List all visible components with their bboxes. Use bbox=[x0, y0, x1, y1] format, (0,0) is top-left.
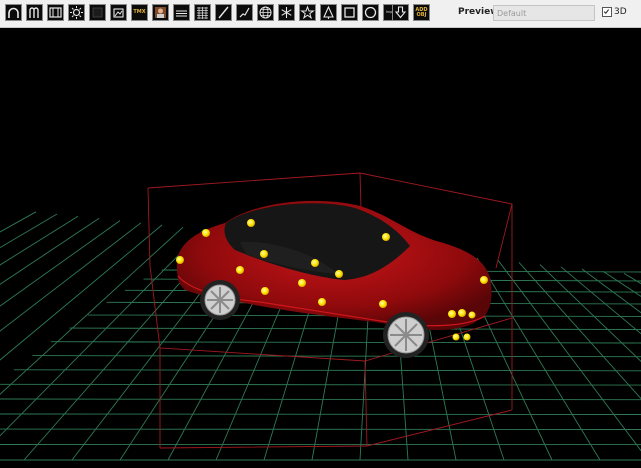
line-icon bbox=[218, 6, 229, 19]
blank-icon bbox=[92, 7, 103, 18]
image-icon bbox=[113, 8, 124, 18]
arch-icon bbox=[29, 7, 39, 18]
polyline-tool-button[interactable] bbox=[236, 4, 253, 21]
star-burst-tool-button[interactable] bbox=[68, 4, 85, 21]
download-arrow-icon bbox=[394, 6, 407, 19]
toolbar: TMX Import ADD OBJ Previ bbox=[0, 0, 641, 28]
matrix-tool-button[interactable] bbox=[47, 4, 64, 21]
sphere-tool-button[interactable] bbox=[257, 4, 274, 21]
arch-tool-button[interactable] bbox=[26, 4, 43, 21]
bars-tool-button[interactable] bbox=[173, 4, 190, 21]
3d-viewport[interactable] bbox=[0, 28, 641, 468]
blank-tool-button[interactable] bbox=[89, 4, 106, 21]
square-tool-button[interactable] bbox=[341, 4, 358, 21]
sphere-icon bbox=[259, 6, 272, 19]
add-obj-icon: ADD OBJ bbox=[415, 6, 428, 18]
grid-icon bbox=[197, 7, 208, 19]
preview-value: Default bbox=[497, 9, 527, 18]
toggle-3d-checkbox[interactable] bbox=[602, 7, 612, 17]
image-tool-button[interactable] bbox=[110, 4, 127, 21]
star-tool-button[interactable] bbox=[299, 4, 316, 21]
tree-tool-button[interactable] bbox=[320, 4, 337, 21]
circle-tool-button[interactable] bbox=[362, 4, 379, 21]
matrix-icon bbox=[49, 7, 62, 18]
checkmark-icon bbox=[603, 9, 610, 14]
square-icon bbox=[344, 7, 355, 18]
preview-select[interactable]: Default bbox=[493, 5, 595, 21]
bars-icon bbox=[176, 10, 187, 17]
arc-icon bbox=[8, 7, 19, 18]
snowflake-tool-button[interactable] bbox=[278, 4, 295, 21]
label-icon: TMX bbox=[133, 9, 146, 15]
circle-icon bbox=[364, 6, 377, 19]
burst-icon bbox=[70, 6, 83, 19]
tree-icon bbox=[323, 5, 334, 19]
line-tool-button[interactable] bbox=[215, 4, 232, 21]
label-tool-button[interactable]: TMX bbox=[131, 4, 148, 21]
download-arrow-tool-button[interactable] bbox=[392, 4, 409, 21]
picture-icon bbox=[155, 7, 166, 18]
polyline-icon bbox=[239, 7, 250, 18]
snowflake-icon bbox=[281, 7, 292, 18]
arc-tool-button[interactable] bbox=[5, 4, 22, 21]
toggle-3d-label: 3D bbox=[614, 7, 627, 17]
star-icon bbox=[300, 5, 315, 20]
scene-canvas bbox=[0, 172, 641, 461]
grid-tool-button[interactable] bbox=[194, 4, 211, 21]
add-object-tool-button[interactable]: ADD OBJ bbox=[413, 4, 430, 21]
picture-tool-button[interactable] bbox=[152, 4, 169, 21]
